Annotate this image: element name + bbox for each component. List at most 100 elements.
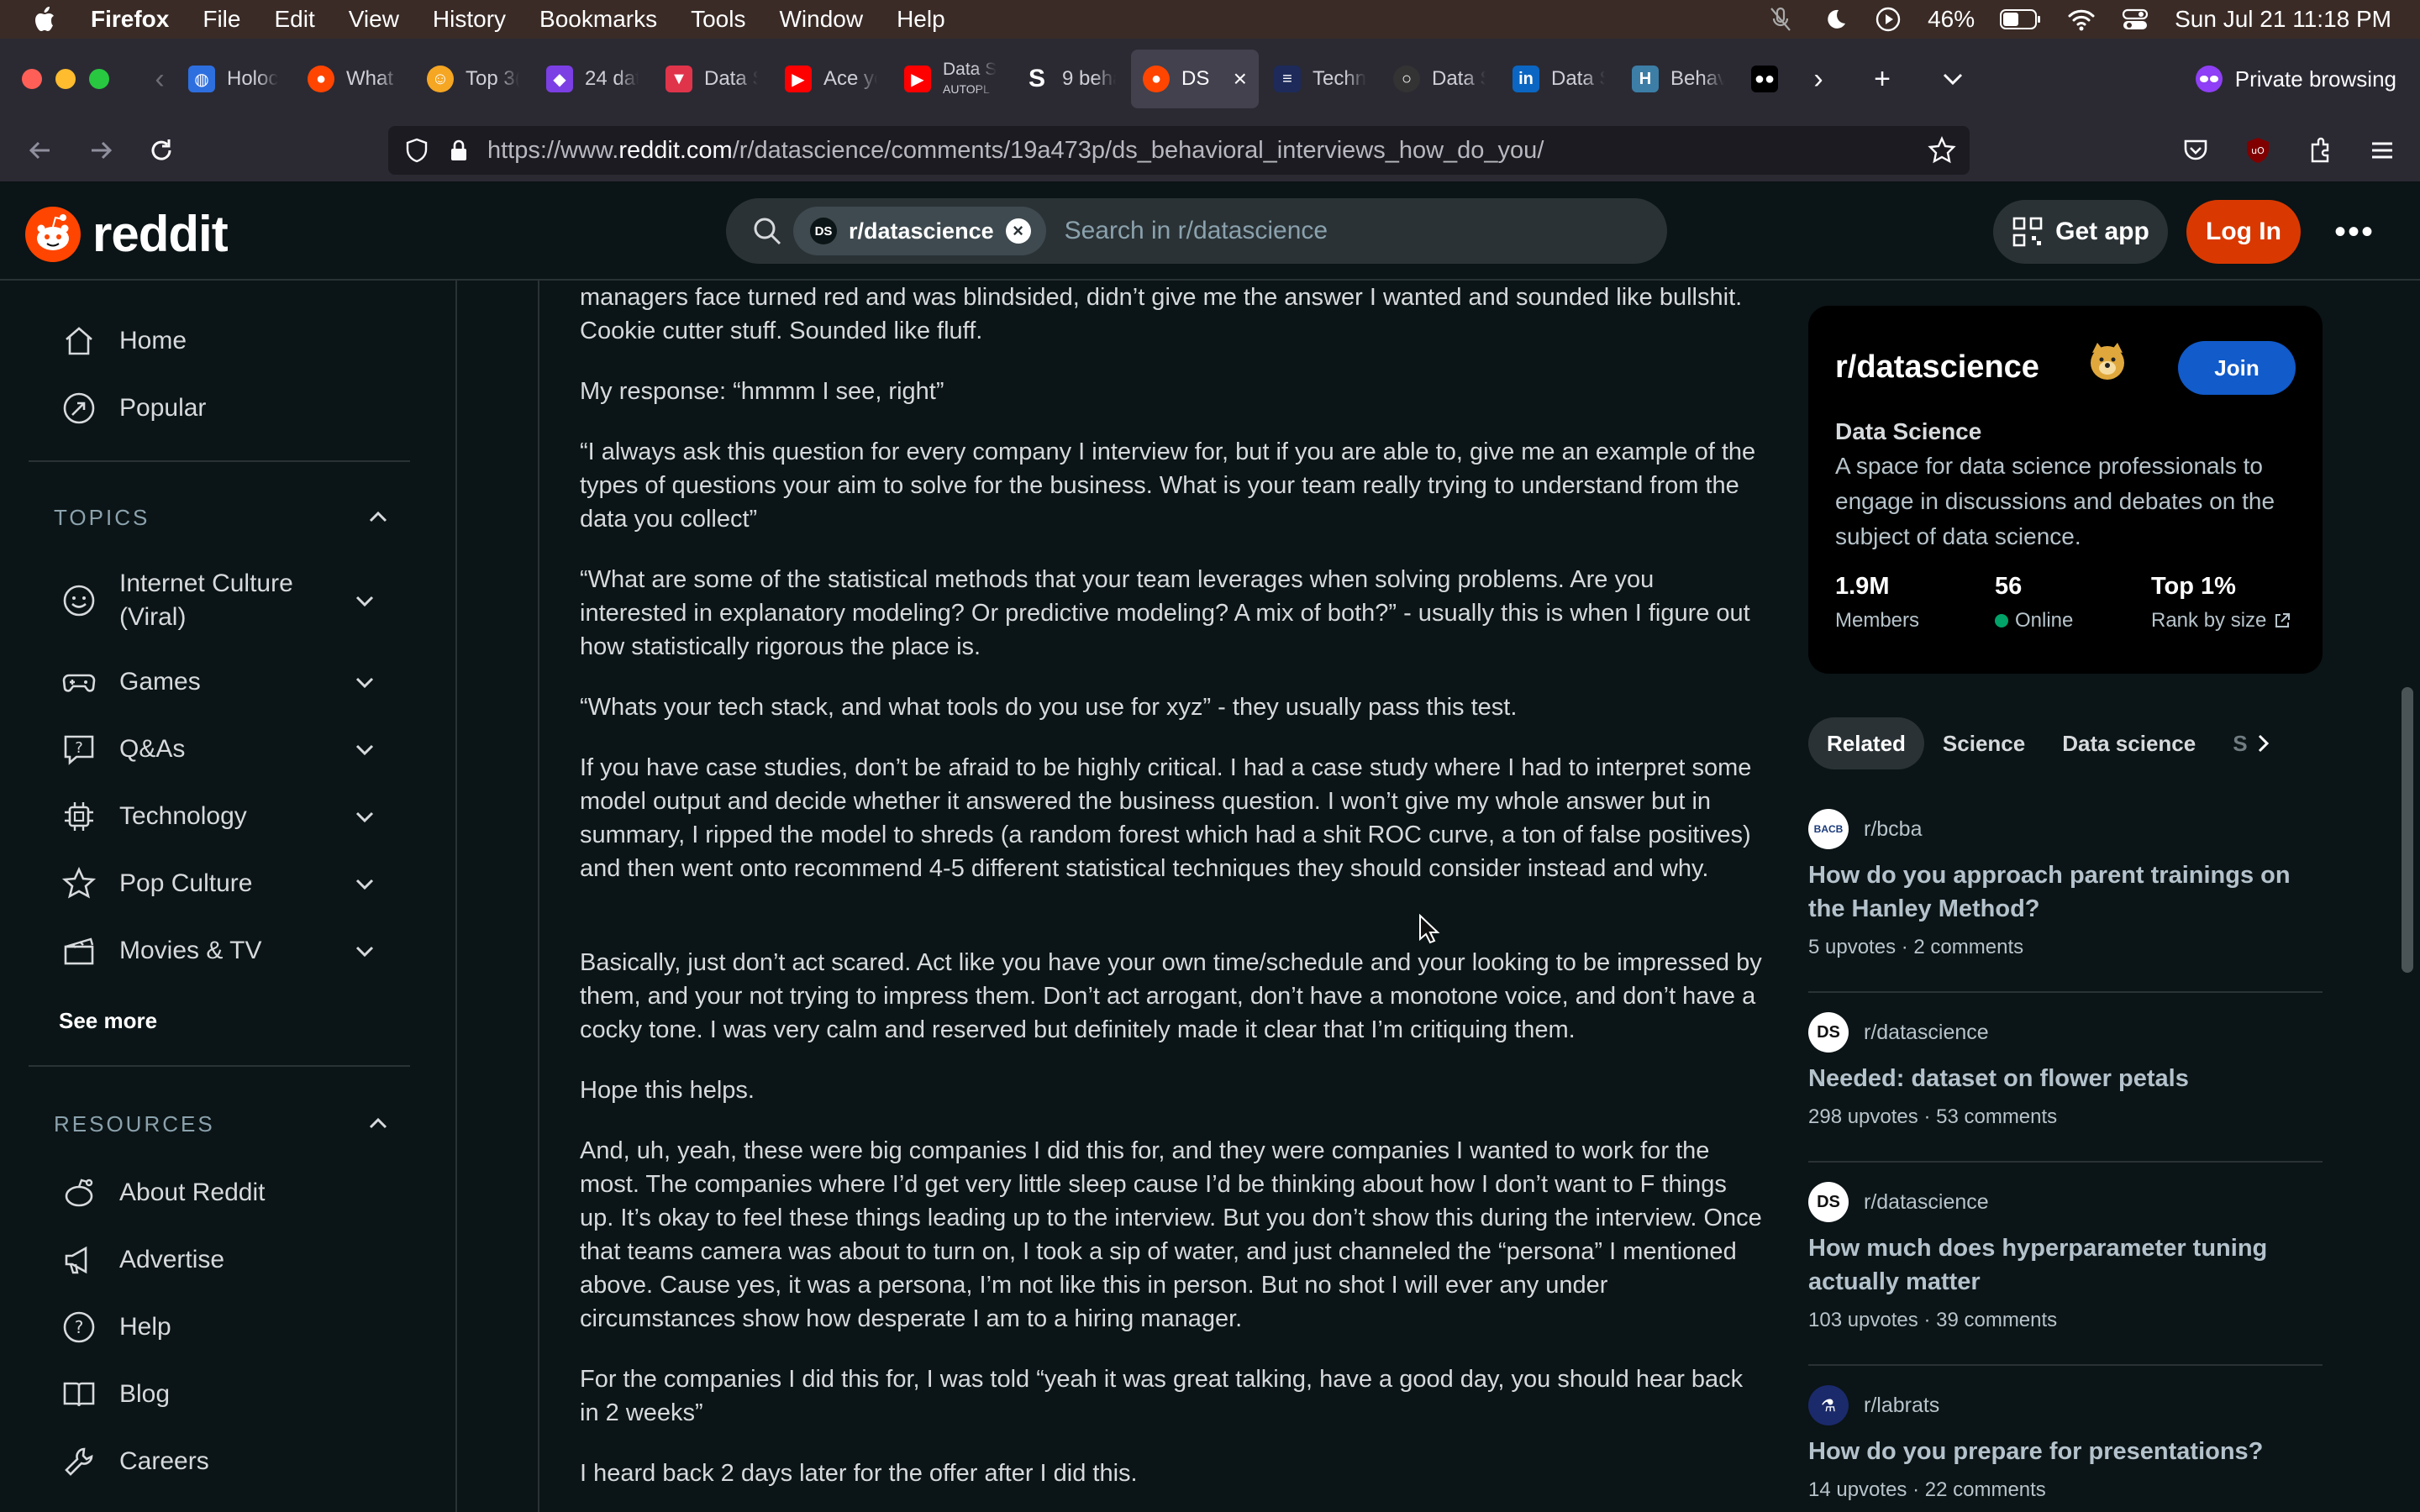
- forward-button[interactable]: [82, 132, 119, 169]
- more-options-icon[interactable]: •••: [2323, 200, 2386, 264]
- menubar-clock[interactable]: Sun Jul 21 11:18 PM: [2175, 6, 2391, 33]
- bookmark-star-icon[interactable]: [1928, 136, 1956, 165]
- browser-tab[interactable]: S9 beha: [1012, 50, 1128, 108]
- sidebar-item-careers[interactable]: Careers: [29, 1430, 410, 1494]
- search-scope-chip[interactable]: DS r/datascience ×: [793, 207, 1046, 255]
- reddit-search-bar[interactable]: DS r/datascience × Search in r/datascien…: [726, 198, 1667, 264]
- extensions-icon[interactable]: [2306, 136, 2334, 165]
- see-more-link[interactable]: See more: [59, 1008, 157, 1034]
- apple-icon[interactable]: [29, 3, 62, 36]
- reload-button[interactable]: [143, 132, 180, 169]
- related-post[interactable]: DS r/datascience Needed: dataset on flowe…: [1808, 1011, 2323, 1129]
- sidebar-item-home[interactable]: Home: [29, 309, 410, 373]
- lock-icon[interactable]: [445, 137, 472, 164]
- back-button[interactable]: [22, 132, 59, 169]
- sidebar-item-advertise[interactable]: Advertise: [29, 1228, 410, 1292]
- menu-help[interactable]: Help: [897, 6, 945, 33]
- subreddit-name[interactable]: r/datascience: [1835, 349, 2039, 386]
- related-post[interactable]: DS r/datascience How much does hyperparam…: [1808, 1181, 2323, 1332]
- ublock-icon[interactable]: uO: [2244, 136, 2272, 165]
- control-center-icon[interactable]: [2121, 5, 2149, 34]
- get-app-button[interactable]: Get app: [1993, 200, 2168, 264]
- join-button[interactable]: Join: [2178, 341, 2296, 395]
- new-tab-button[interactable]: +: [1865, 63, 1899, 96]
- pocket-icon[interactable]: [2181, 136, 2210, 165]
- tracking-shield-icon[interactable]: [403, 137, 430, 164]
- tab-science[interactable]: Science: [1924, 717, 2044, 769]
- browser-tab[interactable]: ● What i: [296, 50, 412, 108]
- menu-edit[interactable]: Edit: [274, 6, 314, 33]
- related-post[interactable]: BACB r/bcba How do you approach parent tr…: [1808, 808, 2323, 959]
- tab-related[interactable]: Related: [1808, 717, 1924, 769]
- zoom-window-button[interactable]: [89, 69, 109, 89]
- sidebar-topic-movies-tv[interactable]: Movies & TV: [29, 919, 410, 983]
- page-scrollbar-thumb[interactable]: [2402, 687, 2413, 973]
- browser-tab[interactable]: H Behav: [1620, 50, 1736, 108]
- related-post-title[interactable]: How do you prepare for presentations?: [1808, 1435, 2323, 1468]
- related-sub-name[interactable]: r/labrats: [1864, 1394, 1939, 1418]
- play-circle-icon[interactable]: [1874, 5, 1902, 34]
- menu-tools[interactable]: Tools: [691, 6, 745, 33]
- browser-tab[interactable]: ▶Ace yo: [773, 50, 889, 108]
- stat-label-row: Rank by size: [2151, 609, 2291, 633]
- close-tab-icon[interactable]: ×: [1234, 66, 1247, 92]
- browser-tab-active[interactable]: ● DS ×: [1131, 50, 1259, 108]
- browser-tab[interactable]: inData S: [1501, 50, 1617, 108]
- sidebar-topic-pop-culture[interactable]: Pop Culture: [29, 852, 410, 916]
- menu-file[interactable]: File: [203, 6, 240, 33]
- private-mask-icon: [2195, 66, 2223, 92]
- related-sub-name[interactable]: r/datascience: [1864, 1190, 1989, 1215]
- topics-section-header[interactable]: TOPICS: [54, 501, 390, 534]
- battery-icon[interactable]: [2000, 8, 2042, 30]
- chevron-right-icon[interactable]: [2251, 732, 2275, 755]
- menu-history[interactable]: History: [433, 6, 506, 33]
- sidebar-topic-qas[interactable]: ? Q&As: [29, 717, 410, 781]
- tab-data-science[interactable]: Data science: [2044, 717, 2214, 769]
- related-post[interactable]: ⚗ r/labrats How do you prepare for presen…: [1808, 1384, 2323, 1502]
- browser-tab[interactable]: ●●T: [1739, 50, 1798, 108]
- sidebar-topic-games[interactable]: Games: [29, 650, 410, 714]
- sidebar-topic-internet-culture[interactable]: Internet Culture (Viral): [29, 564, 410, 637]
- hamburger-menu-icon[interactable]: [2368, 136, 2396, 165]
- related-sub-name[interactable]: r/bcba: [1864, 817, 1922, 842]
- sidebar-item-help[interactable]: ? Help: [29, 1295, 410, 1359]
- browser-tab[interactable]: ▼Data S: [654, 50, 770, 108]
- minimize-window-button[interactable]: [55, 69, 76, 89]
- menu-view[interactable]: View: [349, 6, 399, 33]
- tab-list-chevron-icon[interactable]: [1936, 62, 1970, 96]
- tab-scroll-right-button[interactable]: ›: [1802, 63, 1835, 96]
- log-in-button[interactable]: Log In: [2186, 200, 2301, 264]
- reddit-logo[interactable]: reddit: [25, 205, 229, 263]
- rank-stat[interactable]: Top 1% Rank by size: [2151, 573, 2291, 633]
- mic-off-icon[interactable]: [1766, 5, 1795, 34]
- browser-tab[interactable]: ◍ Holoc: [176, 50, 292, 108]
- close-window-button[interactable]: [22, 69, 42, 89]
- related-post-title[interactable]: How much does hyperparameter tuning actu…: [1808, 1231, 2323, 1299]
- wifi-icon[interactable]: [2067, 5, 2096, 34]
- browser-tab[interactable]: ○Data S: [1381, 50, 1497, 108]
- browser-tab[interactable]: ▶ Data S AUTOPL: [892, 50, 1008, 108]
- related-sub-name[interactable]: r/datascience: [1864, 1021, 1989, 1045]
- browser-tab[interactable]: ☺ Top 3(: [415, 50, 531, 108]
- browser-tab[interactable]: ◆ 24 dat: [534, 50, 650, 108]
- resources-section-header[interactable]: RESOURCES: [54, 1107, 390, 1141]
- moon-icon[interactable]: [1820, 5, 1849, 34]
- menu-window[interactable]: Window: [779, 6, 863, 33]
- menu-bookmarks[interactable]: Bookmarks: [539, 6, 657, 33]
- tab-overflow[interactable]: S: [2214, 717, 2250, 769]
- related-post-title[interactable]: Needed: dataset on flower petals: [1808, 1062, 2323, 1095]
- tab-scroll-left-button[interactable]: ‹: [143, 63, 176, 96]
- url-bar[interactable]: https://www.reddit.com/r/datascience/com…: [388, 126, 1970, 175]
- sidebar-item-about-reddit[interactable]: About Reddit: [29, 1161, 410, 1225]
- clear-chip-icon[interactable]: ×: [1005, 218, 1031, 244]
- related-post-title[interactable]: How do you approach parent trainings on …: [1808, 858, 2323, 926]
- search-placeholder[interactable]: Search in r/datascience: [1065, 217, 1328, 245]
- star-icon: [59, 864, 99, 904]
- browser-tab[interactable]: ≡ Techn: [1262, 50, 1378, 108]
- menu-app-name[interactable]: Firefox: [91, 6, 169, 33]
- sidebar-topic-technology[interactable]: Technology: [29, 785, 410, 848]
- comment-count: 22 comments: [1924, 1478, 2046, 1501]
- sidebar-item-popular[interactable]: Popular: [29, 376, 410, 440]
- sidebar-item-blog[interactable]: Blog: [29, 1362, 410, 1426]
- datascience-sub-icon: DS: [1808, 1012, 1849, 1053]
